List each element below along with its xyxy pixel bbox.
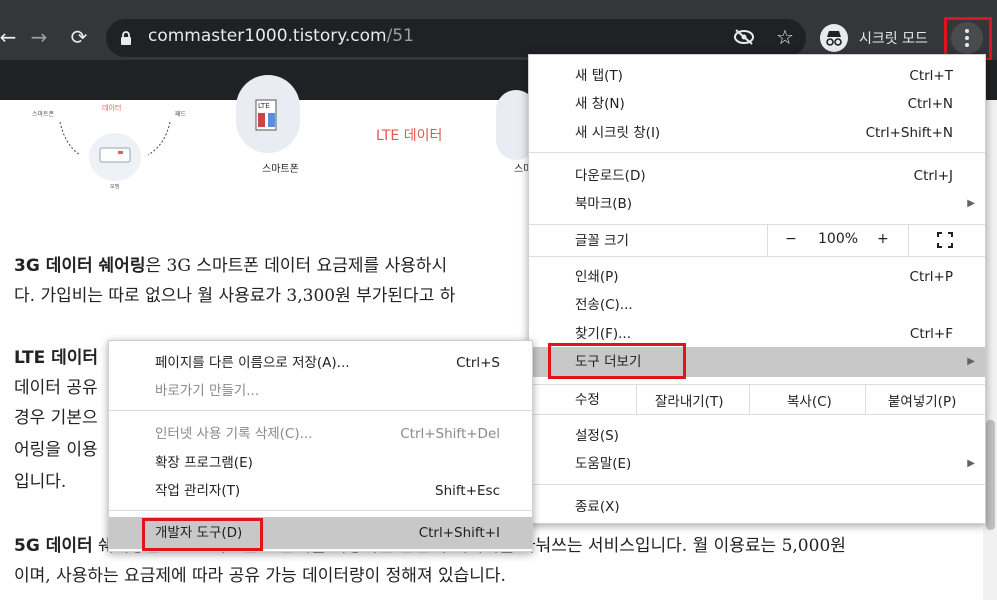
menu-item-downloads[interactable]: 다운로드(D) Ctrl+J bbox=[529, 162, 985, 190]
menu-item-print[interactable]: 인쇄(P) Ctrl+P bbox=[529, 263, 985, 291]
incognito-icon[interactable] bbox=[820, 24, 848, 52]
zoom-level: 100% bbox=[818, 231, 859, 247]
sharing-diagram: 스마트폰 데이터 패드 모뎀 bbox=[20, 100, 220, 200]
submenu-arrow-icon: ▶ bbox=[967, 458, 975, 469]
zoom-in-button[interactable]: + bbox=[877, 231, 889, 247]
bookmark-star-icon[interactable]: ☆ bbox=[771, 23, 799, 51]
svg-text:패드: 패드 bbox=[175, 110, 187, 118]
article-line: 입니다. bbox=[14, 472, 67, 492]
submenu-item-save-page[interactable]: 페이지를 다른 이름으로 저장(A)... Ctrl+S bbox=[109, 349, 532, 377]
menu-separator bbox=[529, 152, 985, 153]
svg-text:모뎀: 모뎀 bbox=[110, 183, 120, 190]
menu-item-new-window[interactable]: 새 창(N) Ctrl+N bbox=[529, 90, 985, 118]
menu-item-help[interactable]: 도움말(E) ▶ bbox=[529, 450, 985, 478]
fullscreen-icon[interactable] bbox=[937, 232, 953, 248]
menu-separator bbox=[109, 410, 532, 411]
smartphone-figure: LTE bbox=[236, 75, 300, 153]
url-text[interactable]: commaster1000.tistory.com/51 bbox=[148, 26, 414, 46]
zoom-out-button[interactable]: − bbox=[785, 231, 797, 247]
article-line: 3G 데이터 쉐어링은 3G 스마트폰 데이터 요금제를 사용하시 bbox=[14, 256, 448, 276]
zoom-divider bbox=[767, 224, 768, 256]
edit-divider bbox=[749, 384, 750, 414]
lock-icon[interactable] bbox=[120, 30, 132, 45]
menu-separator bbox=[529, 224, 985, 225]
back-icon[interactable]: ← bbox=[0, 23, 22, 51]
fig-label-lte-data: LTE 데이터 bbox=[376, 128, 443, 144]
menu-item-settings[interactable]: 설정(S) bbox=[529, 422, 985, 450]
edit-divider bbox=[636, 384, 637, 414]
fig-label-smartphone: 스마트폰 bbox=[262, 164, 299, 175]
cut-button[interactable]: 잘라내기(T) bbox=[655, 390, 723, 410]
article-line: 다. 가입비는 따로 없으나 월 사용료가 3,300원 부가된다고 하 bbox=[14, 286, 456, 306]
article-line: 이며, 사용하는 요금제에 따라 공유 가능 데이터량이 정해져 있습니다. bbox=[14, 566, 506, 586]
menu-separator bbox=[529, 256, 985, 257]
article-line: 어링을 이용 bbox=[14, 440, 98, 460]
incognito-label[interactable]: 시크릿 모드 bbox=[859, 28, 928, 48]
menu-item-exit[interactable]: 종료(X) bbox=[529, 493, 985, 521]
menu-item-cast[interactable]: 전송(C)... bbox=[529, 291, 985, 319]
copy-button[interactable]: 복사(C) bbox=[787, 390, 832, 410]
chrome-main-menu: 새 탭(T) Ctrl+T 새 창(N) Ctrl+N 새 시크릿 창(I) Ctrl… bbox=[528, 54, 986, 524]
menu-item-font-size: 글꼴 크기 bbox=[575, 233, 629, 249]
submenu-item-task-manager[interactable]: 작업 관리자(T) Shift+Esc bbox=[109, 477, 532, 505]
menu-separator bbox=[529, 414, 985, 415]
menu-item-new-incognito[interactable]: 새 시크릿 창(I) Ctrl+Shift+N bbox=[529, 119, 985, 147]
article-line: 데이터 공유 bbox=[14, 378, 98, 398]
submenu-item-create-shortcut[interactable]: 바로가기 만들기... bbox=[109, 377, 532, 405]
svg-text:데이터: 데이터 bbox=[102, 103, 121, 112]
menu-separator bbox=[529, 484, 985, 485]
menu-item-new-tab[interactable]: 새 탭(T) Ctrl+T bbox=[529, 62, 985, 90]
chrome-menu-button[interactable] bbox=[951, 22, 983, 54]
menu-item-bookmarks[interactable]: 북마크(B) ▶ bbox=[529, 190, 985, 218]
menu-separator bbox=[109, 510, 532, 511]
more-vert-icon bbox=[965, 29, 969, 47]
article-line: LTE 데이터 bbox=[14, 348, 99, 368]
menu-separator bbox=[529, 384, 985, 385]
tracking-blocked-icon[interactable] bbox=[733, 28, 755, 46]
paste-button[interactable]: 붙여넣기(P) bbox=[888, 390, 956, 410]
edit-divider bbox=[865, 384, 866, 414]
submenu-item-clear-history[interactable]: 인터넷 사용 기록 삭제(C)... Ctrl+Shift+Del bbox=[109, 420, 532, 448]
forward-icon[interactable]: → bbox=[25, 23, 53, 51]
svg-text:LTE: LTE bbox=[258, 102, 270, 110]
scrollbar-thumb[interactable] bbox=[986, 420, 995, 530]
developer-tools-highlight bbox=[142, 518, 263, 551]
submenu-arrow-icon: ▶ bbox=[967, 198, 975, 209]
article-line: 경우 기본으 bbox=[14, 408, 98, 428]
zoom-divider bbox=[908, 224, 909, 256]
reload-icon[interactable]: ⟳ bbox=[65, 23, 93, 51]
submenu-item-extensions[interactable]: 확장 프로그램(E) bbox=[109, 449, 532, 477]
submenu-arrow-icon: ▶ bbox=[967, 356, 975, 367]
svg-text:스마트폰: 스마트폰 bbox=[32, 110, 55, 118]
more-tools-highlight bbox=[548, 343, 686, 379]
